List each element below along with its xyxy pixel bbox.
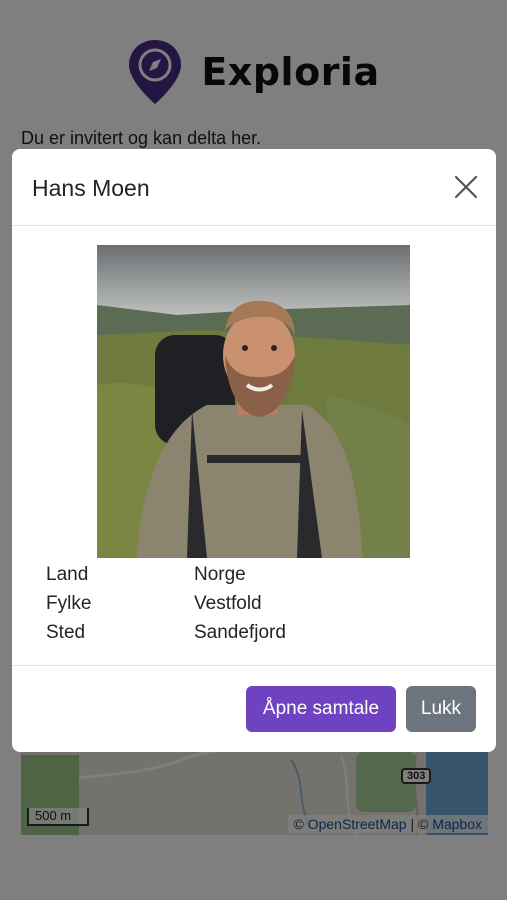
modal-body: Land Norge Fylke Vestfold Sted Sandefjor… [12,226,496,665]
modal-header: Hans Moen [12,149,496,226]
modal-footer: Åpne samtale Lukk [12,665,496,752]
info-label-county: Fylke [46,592,92,614]
info-row: Land Norge [46,560,286,589]
info-label-country: Land [46,563,89,585]
profile-modal: Hans Moen Land Norge Fylke Vestfold Sted… [12,149,496,752]
profile-info: Land Norge Fylke Vestfold Sted Sandefjor… [46,560,286,647]
info-row: Fylke Vestfold [46,589,286,618]
modal-title: Hans Moen [32,175,150,201]
info-value-place: Sandefjord [194,621,286,643]
info-value-county: Vestfold [194,592,262,614]
info-row: Sted Sandefjord [46,618,286,647]
close-button[interactable]: Lukk [406,686,476,732]
close-icon[interactable] [452,173,480,201]
info-value-country: Norge [194,563,246,585]
open-conversation-button[interactable]: Åpne samtale [246,686,396,732]
info-label-place: Sted [46,621,86,643]
profile-photo [97,245,410,558]
